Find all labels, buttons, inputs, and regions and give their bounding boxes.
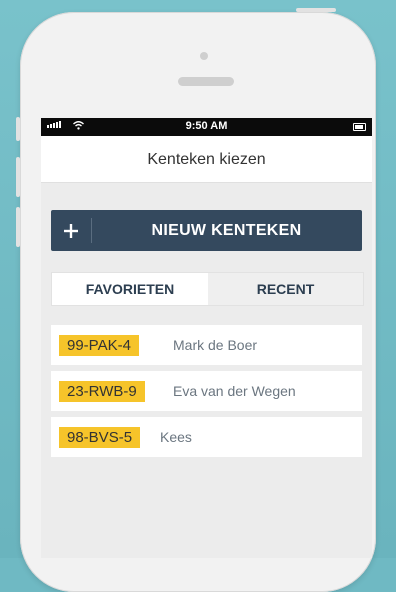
owner-name: Mark de Boer [173, 337, 258, 353]
earpiece-speaker [178, 77, 234, 86]
app-screen: 9:50 AM Kenteken kiezen NIEUW KENTEKEN F… [41, 118, 372, 558]
tab-bar: FAVORIETEN RECENT [51, 272, 364, 306]
power-button [296, 8, 336, 12]
mute-switch [16, 117, 20, 141]
plus-icon [51, 210, 91, 251]
page-title: Kenteken kiezen [147, 151, 266, 168]
license-plate-badge: 99-PAK-4 [59, 335, 139, 356]
volume-up-button [16, 157, 20, 197]
status-time: 9:50 AM [185, 120, 228, 132]
front-camera [200, 52, 208, 60]
new-plate-label: NIEUW KENTEKEN [151, 222, 302, 239]
status-bar: 9:50 AM [41, 118, 372, 136]
button-divider [91, 218, 92, 243]
owner-name: Kees [160, 429, 192, 445]
favorites-list: 99-PAK-4 Mark de Boer 23-RWB-9 Eva van d… [51, 325, 362, 463]
list-item[interactable]: 23-RWB-9 Eva van der Wegen [51, 371, 362, 411]
new-plate-button[interactable]: NIEUW KENTEKEN [51, 210, 362, 251]
volume-down-button [16, 207, 20, 247]
license-plate-badge: 23-RWB-9 [59, 381, 145, 402]
list-item[interactable]: 99-PAK-4 Mark de Boer [51, 325, 362, 365]
owner-name: Eva van der Wegen [173, 383, 296, 399]
list-item[interactable]: 98-BVS-5 Kees [51, 417, 362, 457]
license-plate-badge: 98-BVS-5 [59, 427, 141, 448]
tab-recent[interactable]: RECENT [208, 273, 363, 305]
battery-icon [353, 123, 366, 131]
tab-favorites[interactable]: FAVORIETEN [52, 273, 208, 305]
navigation-bar: Kenteken kiezen [41, 136, 372, 183]
